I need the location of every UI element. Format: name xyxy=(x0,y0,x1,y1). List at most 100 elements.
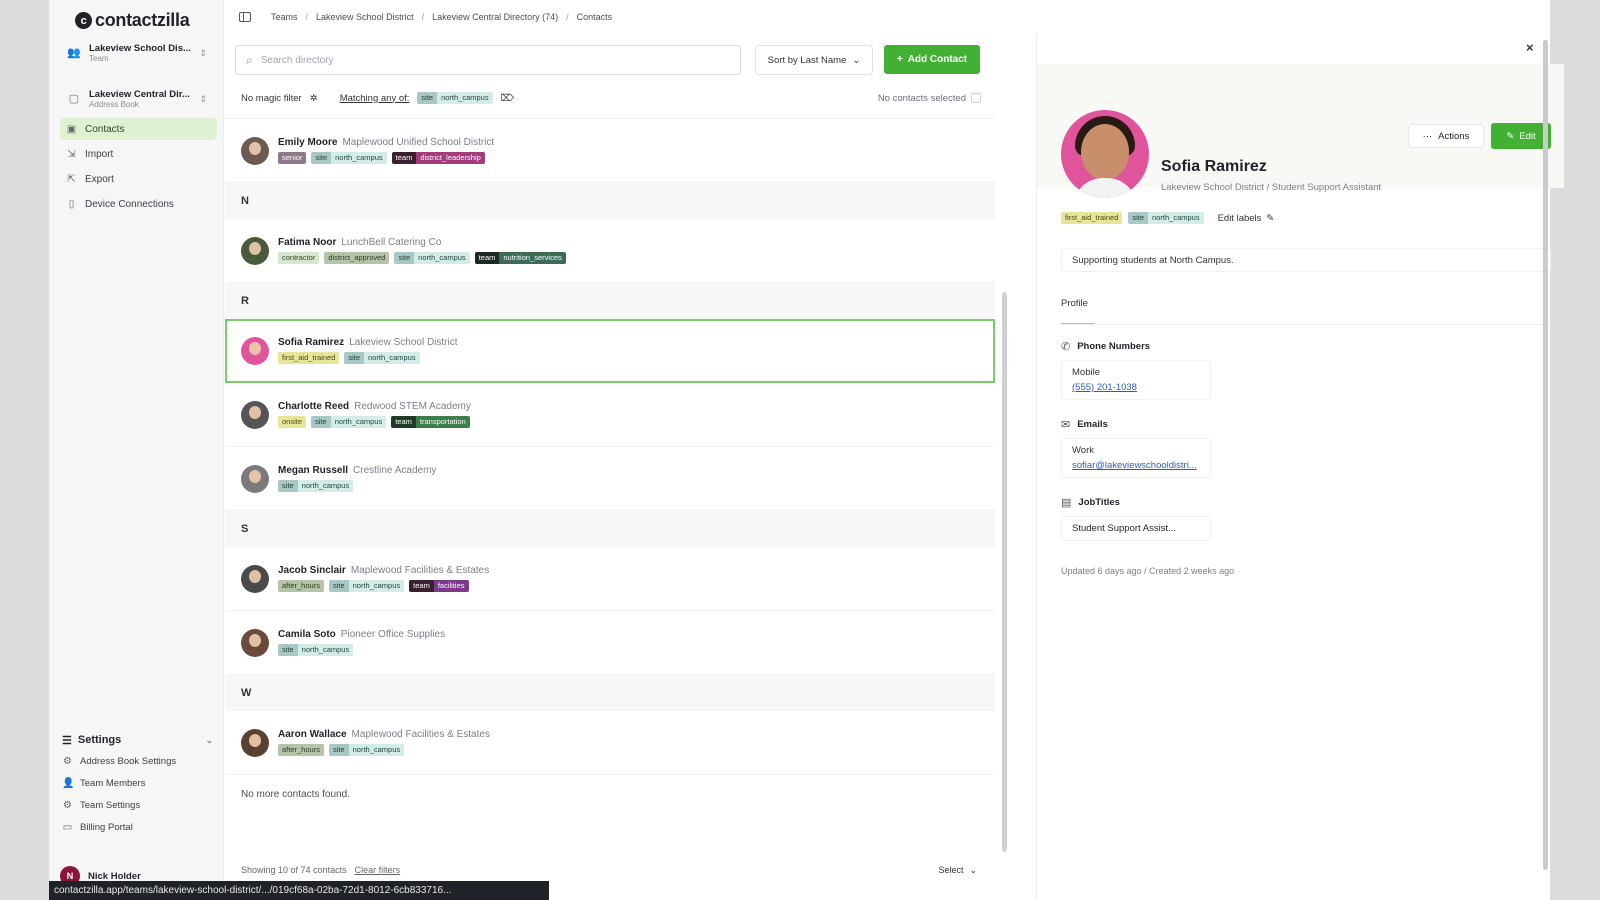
tag-key: site xyxy=(311,152,332,164)
tag-key: onsite xyxy=(282,417,303,426)
tag-key: site xyxy=(328,580,349,592)
tag-key: site xyxy=(344,352,365,364)
contact-row[interactable]: Sofia Ramirez Lakeview School District fir… xyxy=(225,319,995,383)
label-tag[interactable]: team district_leadership xyxy=(391,152,485,164)
contact-row[interactable]: Charlotte Reed Redwood STEM Academy onsite… xyxy=(225,383,995,447)
label-tag[interactable]: site north_campus xyxy=(278,480,354,492)
search-input[interactable] xyxy=(260,54,740,66)
settings-item-billing[interactable]: ▭ Billing Portal xyxy=(60,816,217,838)
contact-row[interactable]: Aaron Wallace Maplewood Facilities & Esta… xyxy=(225,711,995,775)
breadcrumb-item[interactable]: Teams xyxy=(271,12,298,22)
settings-item-team-members[interactable]: 👤 Team Members xyxy=(60,772,217,794)
magic-filter-label[interactable]: No magic filter xyxy=(241,93,302,104)
section-letter: N xyxy=(225,183,995,219)
settings-toggle[interactable]: ☰ Settings ⌄ xyxy=(60,730,217,750)
label-tag[interactable]: site north_campus xyxy=(311,416,387,428)
tag-value: district_leadership xyxy=(416,152,485,164)
label-tag[interactable]: first_aid_trained xyxy=(278,352,340,364)
label-tag[interactable]: site north_campus xyxy=(394,252,470,264)
contact-detail-panel: × ··· Actions ✎ Edit Sofia Ramirez Lakev… xyxy=(1036,34,1564,900)
export-icon: ⇱ xyxy=(67,173,76,185)
label-tag[interactable]: onsite xyxy=(278,416,307,428)
breadcrumb-item[interactable]: Lakeview School District xyxy=(316,12,414,22)
team-icon: 👤 xyxy=(62,777,75,789)
matching-mode-toggle[interactable]: Matching any of: xyxy=(340,93,410,104)
tag-key: first_aid_trained xyxy=(1065,213,1119,222)
sort-dropdown[interactable]: Sort by Last Name ⌄ xyxy=(755,45,873,75)
label-tag[interactable]: after_hours xyxy=(278,580,324,592)
label-tag[interactable]: team nutrition_services xyxy=(474,252,566,264)
label-tag[interactable]: district_approved xyxy=(324,252,390,264)
filter-chip[interactable]: site north_campus xyxy=(417,92,493,104)
mail-icon: ✉ xyxy=(1061,419,1071,431)
select-all-checkbox[interactable] xyxy=(971,93,981,103)
tab-profile[interactable]: Profile xyxy=(1061,298,1095,325)
tag-key: team xyxy=(474,252,500,264)
contact-row[interactable]: Camila Soto Pioneer Office Supplies site no… xyxy=(225,611,995,675)
brand-logo[interactable]: c contactzilla xyxy=(75,10,190,31)
select-label: Select xyxy=(938,865,964,875)
label-tag[interactable]: after_hours xyxy=(278,744,324,756)
label-tag[interactable]: site north_campus xyxy=(328,744,405,756)
tag-value: transportation xyxy=(415,416,470,428)
contact-subtitle: Lakeview School District / Student Suppo… xyxy=(1161,182,1382,193)
settings-item-team-settings[interactable]: ⚙ Team Settings xyxy=(60,794,217,816)
label-tag[interactable]: contractor xyxy=(278,252,320,264)
contact-tags: senior site north_campus team district_leade… xyxy=(278,152,494,164)
team-switcher[interactable]: 👥 Lakeview School Dis... Team ⇕ xyxy=(61,36,213,70)
avatar xyxy=(241,400,269,429)
avatar xyxy=(241,136,269,165)
phone-link[interactable]: (555) 201-1038 xyxy=(1072,382,1200,393)
contact-note[interactable]: Supporting students at North Campus. xyxy=(1061,248,1551,272)
settings-item-address-book[interactable]: ⚙ Address Book Settings xyxy=(60,750,217,772)
sidebar-item-import[interactable]: ⇲ Import xyxy=(60,143,217,165)
contact-row[interactable]: Jacob Sinclair Maplewood Facilities & Est… xyxy=(225,547,995,611)
sidebar-item-export[interactable]: ⇱ Export xyxy=(60,168,217,190)
import-icon: ⇲ xyxy=(67,148,76,160)
tag-icon[interactable]: ⌦ xyxy=(501,93,514,104)
edit-button[interactable]: ✎ Edit xyxy=(1491,123,1551,149)
select-dropdown[interactable]: Select ⌄ xyxy=(930,861,985,880)
add-contact-button[interactable]: + Add Contact xyxy=(884,45,980,74)
edit-labels-button[interactable]: Edit labels ✎ xyxy=(1218,213,1275,224)
sparkle-icon[interactable]: ✲ xyxy=(310,93,318,104)
sidebar-toggle-icon[interactable] xyxy=(239,12,251,22)
settings-icon: ⚙ xyxy=(63,755,72,767)
close-icon[interactable]: × xyxy=(1526,40,1534,55)
label-tag[interactable]: site north_campus xyxy=(278,644,354,656)
avatar xyxy=(241,464,269,493)
contact-row[interactable]: Fatima Noor LunchBell Catering Co contract… xyxy=(225,219,995,283)
chevron-down-icon: ⌄ xyxy=(852,54,861,66)
contact-list[interactable]: Emily Moore Maplewood Unified School Dist… xyxy=(225,118,995,856)
label-tag[interactable]: first_aid_trained xyxy=(1061,212,1123,224)
team-switcher-subtitle: Team xyxy=(89,54,109,63)
contact-name: Emily Moore xyxy=(278,137,338,148)
chevron-down-icon: ⌄ xyxy=(969,864,977,875)
label-tag[interactable]: site north_campus xyxy=(311,152,387,164)
list-scrollbar[interactable] xyxy=(1002,292,1007,852)
breadcrumb-item[interactable]: Lakeview Central Directory (74) xyxy=(432,12,558,22)
brand-name: contactzilla xyxy=(95,10,190,30)
clear-filters-link[interactable]: Clear filters xyxy=(355,865,401,875)
email-link[interactable]: sofiar@lakeviewschooldistri... xyxy=(1072,460,1200,471)
addressbook-switcher[interactable]: ▢ Lakeview Central Dir... Address Book ⇕ xyxy=(61,82,213,116)
sidebar-item-device-connections[interactable]: ▯ Device Connections xyxy=(60,193,217,215)
job-section-heading: ▤ JobTitles xyxy=(1061,496,1120,509)
contact-row[interactable]: Emily Moore Maplewood Unified School Dist… xyxy=(225,119,995,183)
sidebar-item-contacts[interactable]: ▣ Contacts xyxy=(60,118,217,140)
photo-face xyxy=(1081,124,1129,180)
tag-key: after_hours xyxy=(282,745,320,754)
label-tag[interactable]: team transportation xyxy=(391,416,470,428)
detail-scrollbar[interactable] xyxy=(1543,40,1548,870)
label-tag[interactable]: site north_campus xyxy=(328,580,405,592)
label-tag[interactable]: site north_campus xyxy=(344,352,420,364)
contact-row[interactable]: Megan Russell Crestline Academy site north_… xyxy=(225,447,995,511)
tag-value: north_campus xyxy=(348,744,405,756)
label-tag[interactable]: team facilities xyxy=(409,580,469,592)
section-letter: W xyxy=(225,675,995,711)
label-tag[interactable]: senior xyxy=(278,152,307,164)
search-box[interactable]: ⌕ xyxy=(235,45,741,75)
actions-button[interactable]: ··· Actions xyxy=(1408,124,1484,148)
contact-name: Camila Soto xyxy=(278,629,336,640)
label-tag[interactable]: site north_campus xyxy=(1128,212,1204,224)
